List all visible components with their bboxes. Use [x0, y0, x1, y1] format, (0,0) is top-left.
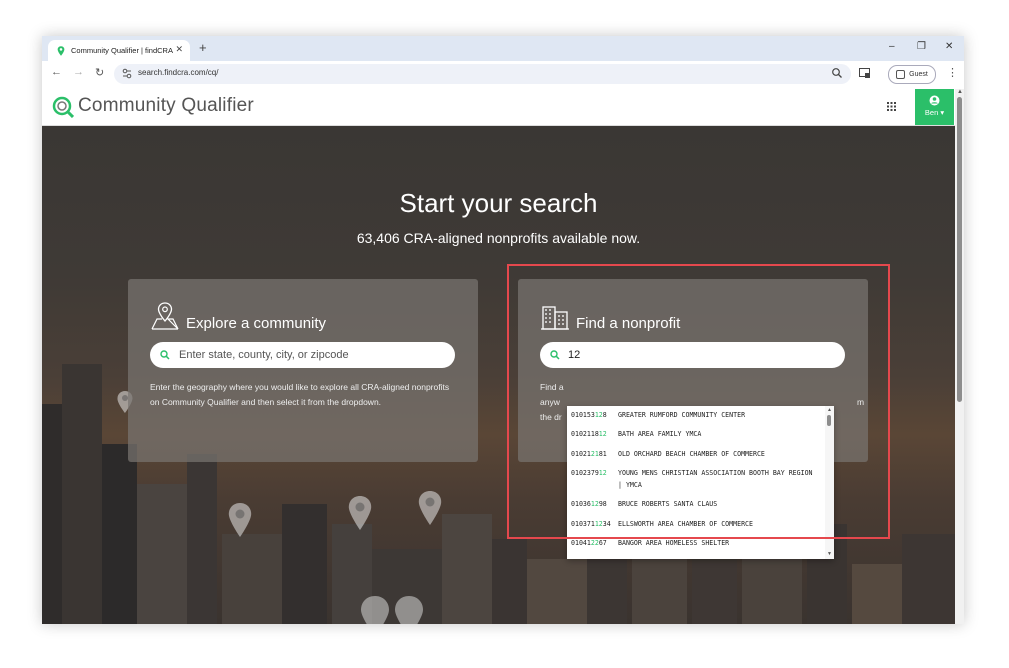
hero-subtitle: 63,406 CRA-aligned nonprofits available …: [356, 230, 641, 246]
address-bar[interactable]: search.findcra.com/cq/: [114, 64, 851, 84]
user-icon: [929, 95, 940, 106]
map-pin-icon: [228, 503, 252, 537]
site-info-icon[interactable]: [122, 68, 132, 79]
back-icon[interactable]: ←: [51, 66, 62, 78]
highlight-annotation: [507, 264, 890, 539]
menu-icon[interactable]: ⋮: [947, 66, 958, 79]
map-pin-icon: [348, 496, 372, 530]
close-tab-icon[interactable]: ✕: [175, 44, 183, 55]
cast-icon[interactable]: [859, 68, 871, 79]
cq-logo-icon[interactable]: [52, 96, 74, 118]
navigation-bar: ← → ↻ search.findcra.com/cq/ Guest ⋮: [42, 61, 964, 87]
map-pin-icon: [418, 491, 442, 525]
close-window-button[interactable]: ✕: [945, 41, 953, 52]
scroll-up-icon[interactable]: ▲: [957, 89, 963, 95]
new-tab-button[interactable]: +: [199, 40, 207, 55]
explore-description: Enter the geography where you would like…: [150, 382, 450, 407]
map-pin-icon: [57, 45, 65, 56]
minimize-button[interactable]: –: [889, 41, 895, 52]
page-scrollbar[interactable]: ▲: [955, 89, 964, 624]
tab-title: Community Qualifier | findCRA: [71, 46, 173, 55]
hero-section: Start your search 63,406 CRA-aligned non…: [42, 126, 955, 624]
community-search-placeholder: Enter state, county, city, or zipcode: [179, 349, 349, 361]
browser-tab[interactable]: Community Qualifier | findCRA ✕: [48, 40, 190, 61]
reload-icon[interactable]: ↻: [95, 66, 104, 79]
explore-community-card: Explore a community Enter state, county,…: [128, 279, 478, 462]
zoom-icon[interactable]: [831, 67, 843, 79]
hero-title: Start your search: [399, 188, 598, 218]
restore-button[interactable]: ❐: [917, 41, 926, 52]
brand-name[interactable]: Community Qualifier: [78, 95, 254, 117]
search-icon: [160, 350, 170, 360]
scroll-thumb[interactable]: [957, 97, 962, 402]
user-menu-button[interactable]: Ben ▾: [915, 89, 954, 125]
explore-title: Explore a community: [186, 315, 327, 332]
profile-icon: [896, 70, 906, 79]
user-name: Ben ▾: [924, 108, 945, 117]
url-text: search.findcra.com/cq/: [138, 68, 219, 77]
map-pin-icon: [395, 596, 423, 624]
map-pin-icon: [361, 596, 389, 624]
apps-grid-icon[interactable]: [887, 102, 896, 111]
profile-label: Guest: [909, 71, 928, 78]
map-location-icon: [151, 302, 179, 330]
scroll-down-icon[interactable]: ▼: [827, 551, 832, 557]
app-header: Community Qualifier Ben ▾: [42, 89, 955, 126]
browser-window: Community Qualifier | findCRA ✕ + – ❐ ✕ …: [42, 36, 964, 624]
tab-strip: Community Qualifier | findCRA ✕ + – ❐ ✕: [42, 36, 964, 61]
profile-button[interactable]: Guest: [888, 65, 936, 84]
forward-icon[interactable]: →: [73, 66, 84, 78]
community-search-input[interactable]: Enter state, county, city, or zipcode: [150, 342, 455, 368]
